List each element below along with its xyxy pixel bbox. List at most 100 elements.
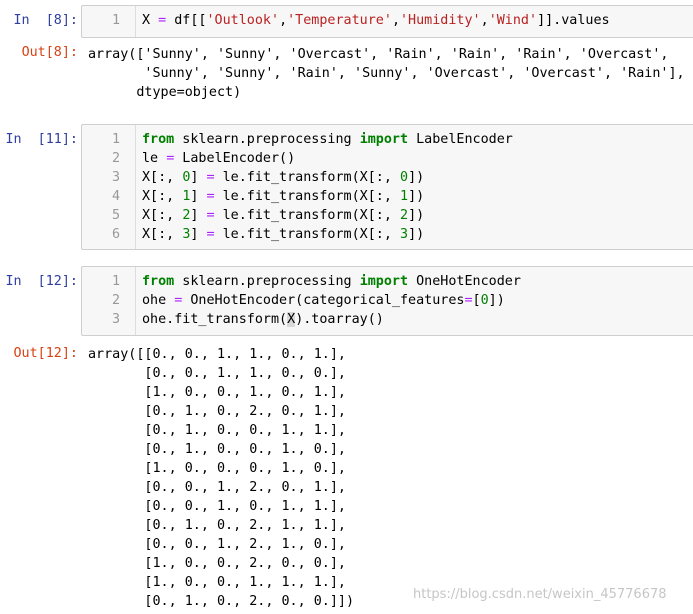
code-token: ohe — [142, 293, 175, 308]
code-token-num: 1 — [400, 189, 409, 204]
line-number: 3 — [111, 170, 120, 185]
code-token-str: 'Outlook' — [206, 13, 280, 28]
code-token-kw: from — [142, 274, 175, 289]
code-line[interactable]: X[:, 0] = le.fit_transform(X[:, 0]) — [142, 168, 424, 187]
code-line[interactable]: from sklearn.preprocessing import OneHot… — [142, 272, 521, 291]
code-token-op: = — [206, 189, 215, 204]
code-token: le — [142, 151, 167, 166]
output-prompt-8: Out[8]: — [21, 45, 78, 60]
output-prompt-12: Out[12]: — [13, 346, 79, 361]
code-token: , — [391, 13, 400, 28]
output-line: [0., 1., 0., 2., 1., 1.], — [88, 518, 346, 533]
output-line: [1., 0., 0., 1., 0., 1.], — [88, 385, 346, 400]
watermark: https://blog.csdn.net/weixin_45776678 — [413, 587, 667, 602]
output-line: [0., 0., 1., 1., 0., 0.], — [88, 366, 346, 381]
code-line[interactable]: X[:, 3] = le.fit_transform(X[:, 3]) — [142, 225, 424, 244]
code-token: ] — [190, 227, 207, 242]
line-number: 5 — [111, 208, 120, 223]
output-line: 'Sunny', 'Sunny', 'Rain', 'Sunny', 'Over… — [88, 66, 685, 81]
code-token: X[:, — [142, 208, 183, 223]
code-token: le.fit_transform(X[:, — [214, 170, 400, 185]
code-token: X — [142, 13, 159, 28]
code-token: df[[ — [166, 13, 207, 28]
output-line: array(['Sunny', 'Sunny', 'Overcast', 'Ra… — [88, 47, 669, 62]
code-line[interactable]: from sklearn.preprocessing import LabelE… — [142, 130, 513, 149]
output-line: [0., 0., 1., 2., 0., 1.], — [88, 480, 346, 495]
code-token-num: 3 — [400, 227, 409, 242]
code-token: X[:, — [142, 189, 183, 204]
output-line: [0., 1., 0., 2., 0., 0.]]) — [88, 594, 355, 609]
output-line: [0., 1., 0., 2., 0., 1.], — [88, 404, 346, 419]
code-token-num: 0 — [480, 293, 489, 308]
code-token: le.fit_transform(X[:, — [214, 227, 400, 242]
code-token-str: 'Humidity' — [400, 13, 481, 28]
input-prompt-8: In [8]: — [13, 13, 79, 28]
output-line: [0., 0., 1., 0., 1., 1.], — [88, 499, 346, 514]
output-line: [0., 1., 0., 0., 1., 0.], — [88, 442, 346, 457]
code-token: LabelEncoder() — [174, 151, 296, 166]
code-token: ]) — [408, 189, 425, 204]
code-token: ] — [190, 189, 207, 204]
code-token: ]) — [408, 208, 425, 223]
code-cell-11[interactable]: 1 2 3 4 5 6 from sklearn.preprocessing import… — [81, 124, 693, 250]
line-number: 6 — [111, 227, 120, 242]
code-token-kw: import — [359, 132, 409, 147]
output-line: [1., 0., 0., 2., 0., 0.], — [88, 556, 346, 571]
code-token: ]].values — [537, 13, 610, 28]
code-token: LabelEncoder — [408, 132, 513, 147]
code-token-num: 0 — [400, 170, 409, 185]
code-token-op: = — [206, 170, 215, 185]
code-token: ]) — [408, 170, 425, 185]
code-token: , — [480, 13, 489, 28]
code-token-kw: from — [142, 132, 175, 147]
output-line: [0., 0., 1., 2., 1., 0.], — [88, 537, 346, 552]
code-line[interactable]: le = LabelEncoder() — [142, 149, 295, 168]
line-number: 1 — [111, 132, 120, 147]
output-line: dtype=object) — [88, 85, 242, 100]
line-number: 1 — [111, 274, 120, 289]
code-line[interactable]: X = df[['Outlook','Temperature','Humidit… — [142, 11, 610, 30]
code-token-str: 'Wind' — [488, 13, 538, 28]
output-line: [0., 1., 0., 0., 1., 1.], — [88, 423, 346, 438]
code-cell-12[interactable]: 1 2 3 from sklearn.preprocessing import On… — [81, 266, 693, 336]
code-token: le.fit_transform(X[:, — [214, 189, 400, 204]
code-token: ]) — [408, 227, 425, 242]
line-number: 2 — [111, 293, 120, 308]
code-token: [ — [472, 293, 481, 308]
code-token: le.fit_transform(X[:, — [214, 208, 400, 223]
code-token: sklearn.preprocessing — [174, 274, 360, 289]
line-number: 2 — [111, 151, 120, 166]
code-token: ).toarray() — [295, 312, 384, 327]
code-line[interactable]: X[:, 1] = le.fit_transform(X[:, 1]) — [142, 187, 424, 206]
code-token-op: = — [206, 208, 215, 223]
code-cell-8[interactable]: 1 X = df[['Outlook','Temperature','Humid… — [81, 5, 693, 38]
code-token: ohe.fit_transform( — [142, 312, 288, 327]
line-number: 4 — [111, 189, 120, 204]
code-token: X[:, — [142, 227, 183, 242]
code-token-op: = — [206, 227, 215, 242]
output-line: array([[0., 0., 1., 1., 0., 1.], — [88, 347, 346, 362]
code-token-kw: import — [359, 274, 409, 289]
output-area-12: array([[0., 0., 1., 1., 0., 1.], [0., 0.… — [88, 345, 354, 611]
code-line[interactable]: ohe.fit_transform(X).toarray() — [142, 310, 384, 329]
output-line: [1., 0., 0., 1., 1., 1.], — [88, 575, 346, 590]
output-area-8: array(['Sunny', 'Sunny', 'Overcast', 'Ra… — [88, 45, 685, 102]
code-line[interactable]: ohe = OneHotEncoder(categorical_features… — [142, 291, 505, 310]
code-token: OneHotEncoder(categorical_features — [182, 293, 465, 308]
input-prompt-11: In [11]: — [5, 132, 78, 147]
line-number: 1 — [111, 13, 120, 28]
code-token: , — [279, 13, 288, 28]
output-line: [1., 0., 0., 0., 1., 0.], — [88, 461, 346, 476]
code-token: ]) — [488, 293, 505, 308]
code-token: OneHotEncoder — [408, 274, 521, 289]
line-number: 3 — [111, 312, 120, 327]
input-prompt-12: In [12]: — [5, 274, 78, 289]
code-token: ] — [190, 208, 207, 223]
code-token: ] — [190, 170, 207, 185]
code-token-op: = — [464, 293, 473, 308]
code-token: sklearn.preprocessing — [174, 132, 360, 147]
code-line[interactable]: X[:, 2] = le.fit_transform(X[:, 2]) — [142, 206, 424, 225]
code-token-op: = — [158, 13, 167, 28]
code-token: X[:, — [142, 170, 183, 185]
code-token-num: 2 — [400, 208, 409, 223]
